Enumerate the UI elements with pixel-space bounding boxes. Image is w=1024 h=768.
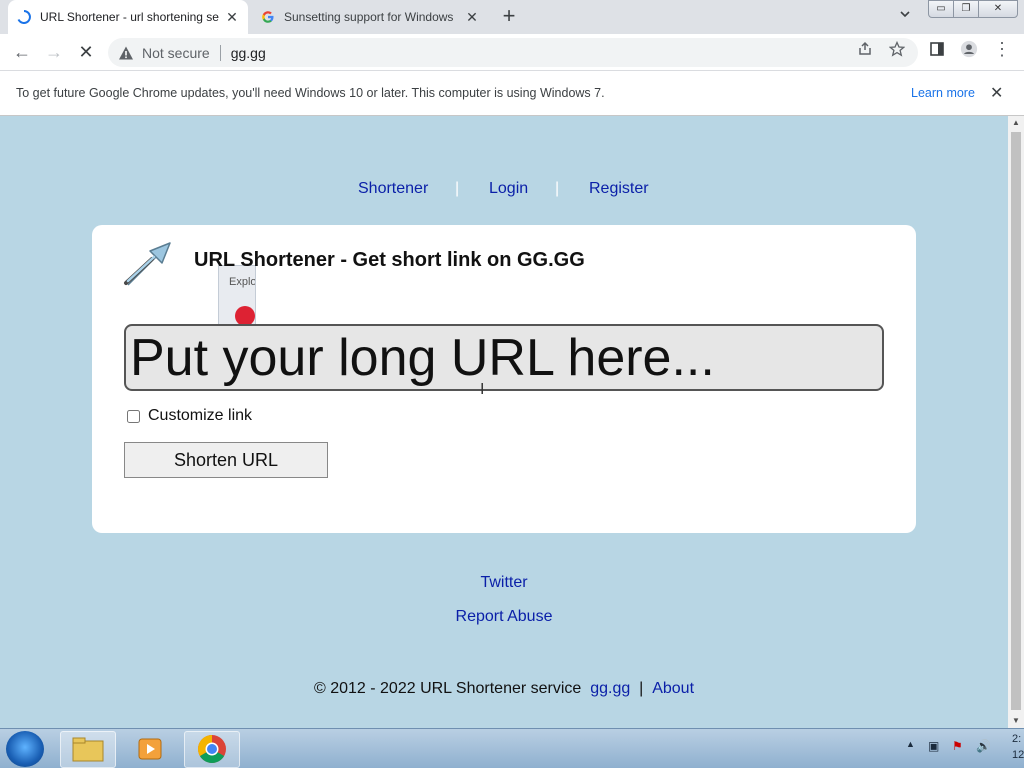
scroll-up-icon[interactable]: ▲ — [1008, 116, 1024, 130]
windows-taskbar: ▲ ▣ ⚑ 🔊 2: 12/ — [0, 728, 1024, 768]
back-button[interactable]: ← — [10, 40, 34, 64]
page-viewport: Shortener | Login | Register Explo URL S… — [0, 116, 1008, 728]
warning-triangle-icon — [118, 45, 134, 61]
page-title: URL Shortener - Get short link on GG.GG — [194, 249, 585, 271]
browser-toolbar: ← → ✕ Not secure gg.gg ⋮ — [0, 34, 1024, 71]
copyright-line: © 2012 - 2022 URL Shortener service gg.g… — [0, 680, 1008, 698]
clock-time[interactable]: 2: — [1012, 733, 1021, 745]
about-link[interactable]: About — [652, 680, 694, 697]
minimize-button[interactable]: ▭ — [928, 0, 954, 18]
network-icon[interactable]: ▣ — [928, 739, 939, 753]
profile-icon[interactable] — [960, 40, 978, 58]
loading-spinner-icon — [16, 9, 32, 25]
tab-title: Sunsetting support for Windows — [284, 10, 454, 24]
learn-more-link[interactable]: Learn more — [911, 86, 975, 100]
stop-loading-button[interactable]: ✕ — [74, 40, 98, 64]
customize-link-option[interactable]: Customize link — [127, 407, 252, 425]
chrome-icon — [198, 735, 226, 763]
action-center-icon[interactable]: ⚑ — [952, 739, 963, 753]
google-g-icon — [260, 9, 276, 25]
shorten-url-button[interactable]: Shorten URL — [124, 442, 328, 478]
start-button[interactable] — [6, 731, 44, 767]
omnibox-divider — [219, 44, 221, 61]
nav-link-register[interactable]: Register — [589, 180, 649, 198]
infobar-message: To get future Google Chrome updates, you… — [16, 86, 605, 100]
close-window-button[interactable]: ✕ — [978, 0, 1018, 18]
background-dialog-fragment: Explo — [218, 265, 256, 324]
dialog-title: Explo — [229, 276, 256, 288]
tray-expand-icon[interactable]: ▲ — [906, 739, 915, 749]
site-link[interactable]: gg.gg — [590, 680, 630, 697]
sidepanel-icon[interactable] — [928, 40, 946, 58]
shortener-card: Explo URL Shortener - Get short link on … — [92, 225, 916, 533]
tab-close-icon[interactable]: ✕ — [224, 9, 240, 25]
forward-button[interactable]: → — [42, 40, 66, 64]
tab-sunsetting-support[interactable]: Sunsetting support for Windows ✕ — [252, 0, 488, 34]
nav-link-shortener[interactable]: Shortener — [358, 180, 428, 198]
folder-icon — [72, 737, 104, 762]
vertical-scrollbar[interactable]: ▲ ▼ — [1008, 116, 1024, 728]
tab-close-icon[interactable]: ✕ — [464, 9, 480, 25]
tab-strip: URL Shortener - url shortening se ✕ Suns… — [0, 0, 1024, 34]
text-cursor-icon: I — [480, 381, 485, 398]
scroll-down-icon[interactable]: ▼ — [1008, 714, 1024, 728]
twitter-link[interactable]: Twitter — [480, 574, 527, 591]
tab-title: URL Shortener - url shortening se — [40, 10, 219, 24]
report-abuse-link[interactable]: Report Abuse — [456, 608, 553, 625]
media-player-icon — [138, 738, 162, 760]
customize-link-checkbox[interactable] — [127, 409, 140, 423]
volume-icon[interactable]: 🔊 — [976, 739, 991, 753]
scroll-thumb[interactable] — [1011, 132, 1021, 710]
media-player-taskbar-item[interactable] — [122, 731, 178, 768]
footer-separator: | — [639, 680, 644, 697]
chevron-down-icon[interactable] — [896, 8, 914, 26]
security-label[interactable]: Not secure — [142, 45, 210, 61]
nav-separator: | — [455, 180, 460, 197]
share-icon[interactable] — [856, 40, 874, 58]
maximize-button[interactable]: ❐ — [953, 0, 979, 18]
address-bar[interactable]: Not secure gg.gg — [108, 38, 918, 67]
new-tab-button[interactable]: + — [498, 5, 520, 28]
explorer-taskbar-item[interactable] — [60, 731, 116, 768]
footer-report: Report Abuse — [0, 608, 1008, 626]
footer-twitter: Twitter — [0, 574, 1008, 592]
url-text[interactable]: gg.gg — [231, 45, 266, 61]
customize-link-label: Customize link — [148, 407, 253, 424]
nav-link-login[interactable]: Login — [489, 180, 528, 198]
infobar-close-icon[interactable]: ✕ — [990, 83, 1003, 103]
menu-icon[interactable]: ⋮ — [993, 39, 1011, 59]
error-icon — [235, 306, 255, 324]
star-icon[interactable] — [888, 40, 906, 58]
top-nav: Shortener | Login | Register — [0, 180, 1008, 202]
update-infobar: To get future Google Chrome updates, you… — [0, 71, 1024, 116]
chrome-taskbar-item[interactable] — [184, 731, 240, 768]
nav-separator: | — [555, 180, 560, 197]
clock-date[interactable]: 12/ — [1012, 749, 1024, 761]
long-url-input[interactable] — [124, 324, 884, 391]
copyright-text: © 2012 - 2022 URL Shortener service — [313, 680, 582, 697]
arrow-logo-icon — [124, 242, 171, 286]
tab-url-shortener[interactable]: URL Shortener - url shortening se ✕ — [8, 0, 248, 34]
